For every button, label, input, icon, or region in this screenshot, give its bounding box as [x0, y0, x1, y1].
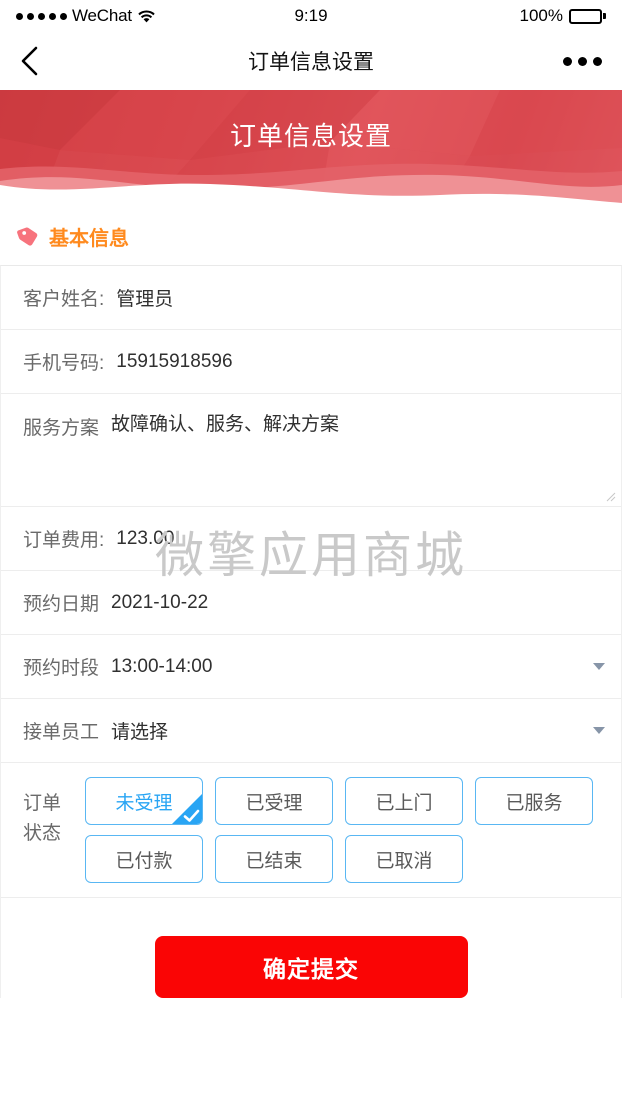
customer-name-label: 客户姓名: [23, 289, 105, 310]
order-form: 客户姓名: 手机号码: 服务方案 故障确认、服务、解决方案 订单费用: 预约日期… [0, 265, 622, 898]
appointment-time-label: 预约时段 [23, 658, 100, 679]
back-button[interactable] [20, 41, 60, 81]
status-bar: WeChat 9:19 100% [0, 0, 622, 32]
field-appointment-date[interactable]: 预约日期 [1, 571, 621, 635]
phone-number-label: 手机号码: [23, 353, 105, 374]
service-plan-label: 服务方案 [23, 418, 100, 439]
status-option-label: 已受理 [245, 792, 303, 814]
status-bar-left: WeChat [16, 6, 294, 26]
carrier-label: WeChat [72, 6, 132, 25]
chevron-down-icon[interactable] [593, 727, 605, 734]
field-appointment-time[interactable]: 预约时段 [1, 635, 621, 699]
assigned-staff-label: 接单员工 [23, 722, 100, 743]
field-assigned-staff[interactable]: 接单员工 [1, 699, 621, 763]
status-option-1[interactable]: 已受理 [215, 777, 333, 825]
field-customer-name[interactable]: 客户姓名: [1, 266, 621, 330]
page-title: 订单信息设置 [248, 51, 374, 74]
order-status-label-line1: 订单 [23, 793, 62, 814]
order-fee-input[interactable] [116, 527, 605, 550]
appointment-date-input[interactable] [111, 591, 605, 614]
page-banner: 订单信息设置 [0, 90, 622, 204]
status-option-label: 已付款 [115, 850, 173, 872]
banner-wave-decoration [0, 163, 622, 204]
service-plan-textarea[interactable]: 故障确认、服务、解决方案 [111, 412, 605, 496]
status-option-4[interactable]: 已付款 [85, 835, 203, 883]
field-phone-number[interactable]: 手机号码: [1, 330, 621, 394]
more-options-button[interactable] [563, 56, 602, 66]
battery-full-icon [569, 8, 606, 24]
check-corner-icon [172, 794, 202, 824]
tag-icon [17, 226, 38, 246]
phone-number-input[interactable] [116, 350, 605, 373]
chevron-left-icon [21, 46, 38, 76]
order-status-label: 订单 状态 [23, 777, 77, 849]
chevron-down-icon[interactable] [593, 663, 605, 670]
status-option-label: 已上门 [375, 792, 433, 814]
wifi-icon [138, 9, 155, 23]
status-option-2[interactable]: 已上门 [345, 777, 463, 825]
field-order-fee[interactable]: 订单费用: [1, 507, 621, 571]
order-fee-label: 订单费用: [23, 530, 105, 551]
assigned-staff-select[interactable] [111, 719, 593, 742]
appointment-date-label: 预约日期 [23, 594, 100, 615]
status-option-6[interactable]: 已取消 [345, 835, 463, 883]
order-status-label-line2: 状态 [23, 823, 62, 844]
battery-percent-label: 100% [519, 6, 563, 25]
section-title: 基本信息 [49, 228, 129, 250]
field-service-plan[interactable]: 服务方案 故障确认、服务、解决方案 [1, 394, 621, 507]
status-option-5[interactable]: 已结束 [215, 835, 333, 883]
banner-title: 订单信息设置 [229, 121, 392, 151]
section-header: 基本信息 [0, 204, 622, 265]
field-order-status: 订单 状态 未受理 已受理 已上门 已服务 已付款 已结束 已取消 [1, 763, 621, 898]
customer-name-input[interactable] [116, 286, 605, 309]
clock: 9:19 [294, 6, 328, 25]
app-screen: WeChat 9:19 100% 订单信息设置 订单信息设置 基本信息 客户姓名… [0, 0, 622, 1098]
appointment-time-select[interactable] [111, 655, 593, 678]
resize-handle-icon[interactable] [604, 490, 616, 502]
status-option-label: 已服务 [505, 792, 563, 814]
navigation-bar: 订单信息设置 [0, 32, 622, 90]
submit-button[interactable]: 确定提交 [154, 936, 468, 998]
signal-strength-icon [16, 12, 67, 20]
order-status-options: 未受理 已受理 已上门 已服务 已付款 已结束 已取消 [85, 777, 605, 883]
status-option-label: 未受理 [115, 792, 173, 814]
status-option-3[interactable]: 已服务 [475, 777, 593, 825]
status-bar-right: 100% [328, 6, 606, 26]
status-option-0[interactable]: 未受理 [85, 777, 203, 825]
status-option-label: 已结束 [245, 850, 303, 872]
submit-area: 确定提交 [0, 898, 622, 998]
status-option-label: 已取消 [375, 850, 433, 872]
